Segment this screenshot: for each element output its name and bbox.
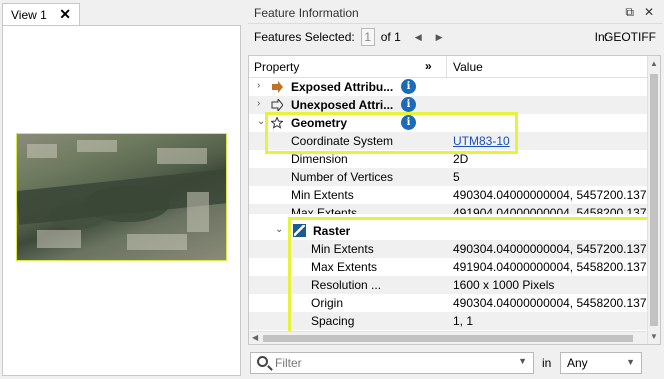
features-selected-bar: Features Selected: 1 of 1 ◀ ▶ In: GEOTIF… — [248, 26, 662, 48]
row-label: Min Extents — [291, 188, 354, 202]
scroll-thumb[interactable] — [650, 74, 658, 326]
map-view[interactable] — [2, 25, 241, 376]
row-max-extents[interactable]: Max Extents 491904.04000000004, 5458200.… — [249, 204, 647, 214]
chevron-right-icon[interactable]: › — [257, 80, 260, 91]
tab-label: View 1 — [11, 7, 47, 22]
raster-image[interactable] — [16, 133, 227, 261]
next-feature-icon[interactable]: ▶ — [436, 32, 443, 43]
urban-patch — [157, 148, 207, 164]
row-label: Exposed Attribu... — [291, 80, 394, 94]
close-icon[interactable]: ✕ — [644, 5, 654, 20]
panel-title-bar: Feature Information ⧉ ✕ — [248, 2, 662, 24]
page-count-label: of 1 — [380, 30, 401, 44]
column-header-property[interactable]: Property — [254, 60, 299, 74]
info-icon[interactable]: i — [401, 79, 416, 94]
scroll-up-icon[interactable]: ▲ — [650, 59, 658, 68]
row-exposed-attributes[interactable]: › Exposed Attribu... i — [249, 78, 647, 96]
scroll-left-icon[interactable]: ◀ — [252, 333, 258, 342]
view-panel: View 1 ✕ — [0, 0, 243, 379]
panel-title: Feature Information — [254, 5, 359, 20]
chevron-down-icon[interactable]: ⌄ — [275, 224, 283, 235]
urban-patch — [27, 144, 57, 158]
float-window-icon[interactable]: ⧉ — [625, 5, 634, 20]
features-selected-label: Features Selected: — [254, 30, 355, 44]
unexposed-attribute-arrow-icon — [271, 99, 283, 111]
row-value: 490304.04000000004, 5457200.137 — [453, 188, 647, 202]
feature-information-panel: Feature Information ⧉ ✕ Features Selecte… — [248, 0, 664, 379]
filter-bar: Filter ▼ in Any ▼ — [248, 352, 662, 376]
close-icon[interactable]: ✕ — [59, 6, 71, 23]
filter-scope-select[interactable]: Any ▼ — [560, 352, 642, 374]
tab-view-1[interactable]: View 1 ✕ — [2, 3, 80, 25]
prev-feature-icon[interactable]: ◀ — [415, 32, 422, 43]
page-number-input[interactable]: 1 — [360, 28, 375, 46]
row-number-of-vertices[interactable]: Number of Vertices 5 — [249, 168, 647, 186]
raster-highlight — [288, 217, 658, 334]
row-label: Number of Vertices — [291, 170, 394, 184]
row-label: Unexposed Attri... — [291, 98, 394, 112]
row-value: 491904.04000000004, 5458200.137 — [453, 206, 647, 214]
row-value: 2D — [453, 152, 469, 166]
chevron-down-icon[interactable]: ▼ — [518, 356, 527, 366]
column-divider[interactable] — [446, 56, 447, 78]
property-grid: Property » Value › Exposed Attribu... i … — [248, 55, 661, 345]
info-icon[interactable]: i — [401, 97, 416, 112]
in-label: in — [542, 356, 552, 370]
chevron-right-icon[interactable]: › — [257, 98, 260, 109]
search-icon — [257, 356, 268, 367]
urban-patch — [187, 192, 209, 232]
column-header-value[interactable]: Value — [453, 60, 483, 74]
geometry-highlight — [265, 112, 518, 154]
expand-all-button[interactable]: » — [425, 59, 432, 73]
grid-header: Property » Value — [249, 56, 660, 78]
filter-input[interactable]: Filter ▼ — [250, 352, 534, 374]
urban-patch — [37, 230, 81, 248]
row-value: 5 — [453, 170, 460, 184]
vertical-scrollbar[interactable]: ▲ ▼ — [647, 56, 660, 344]
scroll-down-icon[interactable]: ▼ — [650, 332, 658, 341]
row-label: Dimension — [291, 152, 348, 166]
format-label: GEOTIFF — [604, 30, 656, 44]
exposed-attribute-arrow-icon — [272, 81, 283, 93]
scroll-thumb[interactable] — [263, 335, 633, 342]
filter-scope-value: Any — [567, 356, 588, 370]
horizontal-scrollbar[interactable]: ◀ — [249, 331, 647, 344]
row-min-extents[interactable]: Min Extents 490304.04000000004, 5457200.… — [249, 186, 647, 204]
urban-patch — [77, 140, 117, 152]
row-label: Max Extents — [291, 206, 358, 214]
urban-patch — [127, 234, 187, 250]
filter-placeholder: Filter — [275, 356, 302, 370]
chevron-down-icon[interactable]: ▼ — [626, 357, 635, 367]
